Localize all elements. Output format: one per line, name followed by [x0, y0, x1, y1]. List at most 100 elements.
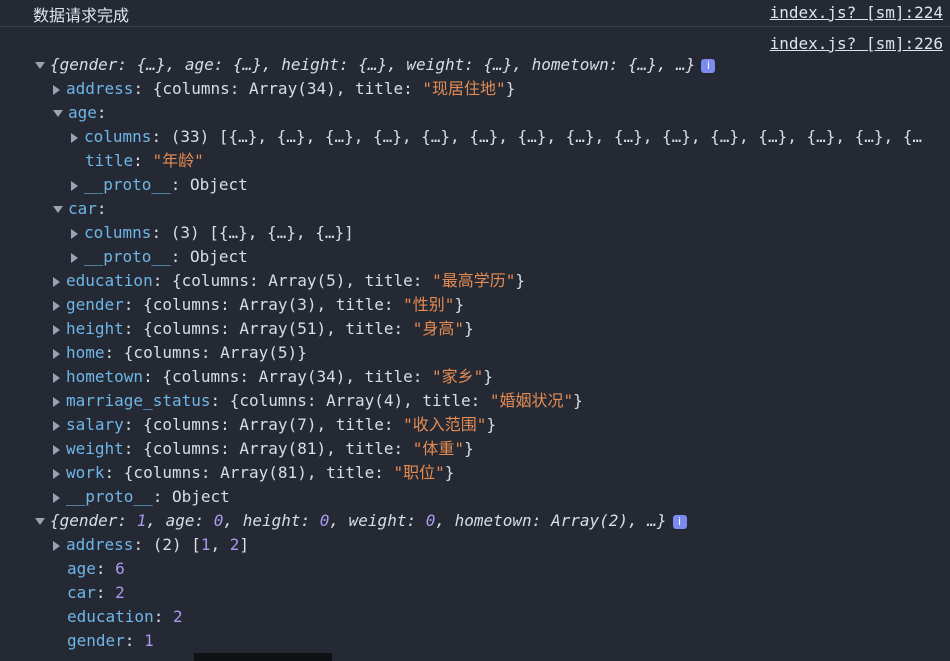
collapse-triangle-icon[interactable] — [53, 84, 60, 95]
collapse-triangle-icon[interactable] — [53, 492, 60, 503]
prop-salary[interactable]: salary: {columns: Array(7), title: "收入范围… — [53, 413, 496, 437]
prop-value: : {columns: Array(3), title: — [123, 295, 404, 314]
prop-key: car — [67, 583, 96, 602]
prop-title-string: "体重" — [412, 439, 465, 458]
prop-key: marriage_status — [66, 391, 211, 410]
prop-key: __proto__ — [84, 175, 171, 194]
prop-value: : {columns: Array(4), title: — [210, 391, 490, 410]
collapse-triangle-icon[interactable] — [53, 324, 60, 335]
prop-value: : {columns: Array(81), title: — [104, 463, 394, 482]
collapse-triangle-icon[interactable] — [71, 132, 78, 143]
prop-value: : (33) [{…}, {…}, {…}, {…}, {…}, {…}, {…… — [151, 127, 923, 146]
prop-car-columns[interactable]: columns: (3) [{…}, {…}, {…}] — [71, 221, 354, 245]
prop-value: : {columns: Array(51), title: — [123, 319, 413, 338]
prop-proto[interactable]: __proto__: Object — [53, 485, 230, 509]
prop-value: : Object — [152, 487, 230, 506]
info-icon[interactable]: i — [672, 514, 687, 529]
horizontal-scrollbar-thumb[interactable] — [194, 653, 332, 661]
prop-number: 2 — [115, 583, 125, 602]
prop-value: : {columns: Array(5)} — [104, 343, 307, 362]
collapse-triangle-icon[interactable] — [53, 468, 60, 479]
summary-part: , height: — [223, 511, 320, 530]
prop-marriage-status[interactable]: marriage_status: {columns: Array(4), tit… — [53, 389, 583, 413]
prop-car[interactable]: car: — [53, 197, 107, 221]
prop-end: } — [454, 295, 465, 314]
prop-key: gender — [66, 295, 124, 314]
prop-key: hometown — [66, 367, 144, 386]
prop-height[interactable]: height: {columns: Array(51), title: "身高"… — [53, 317, 474, 341]
summary-number: 1 — [136, 511, 147, 530]
prop-key: gender — [67, 631, 125, 650]
expand-triangle-icon[interactable] — [53, 110, 63, 117]
prop-weight[interactable]: weight: {columns: Array(81), title: "体重"… — [53, 437, 474, 461]
prop-home[interactable]: home: {columns: Array(5)} — [53, 341, 307, 365]
prop-key: car — [68, 199, 97, 218]
prop-age[interactable]: age: — [53, 101, 107, 125]
prop-address[interactable]: address: {columns: Array(34), title: "现居… — [53, 77, 515, 101]
prop-value: : (2) [ — [133, 535, 201, 554]
prop-number: 6 — [115, 559, 125, 578]
prop-education[interactable]: education: {columns: Array(5), title: "最… — [53, 269, 525, 293]
prop-title-string: "最高学历" — [432, 271, 516, 290]
prop-age-columns[interactable]: columns: (33) [{…}, {…}, {…}, {…}, {…}, … — [71, 125, 922, 149]
prop-title-string: "职位" — [393, 463, 445, 482]
prop-value: : {columns: Array(5), title: — [152, 271, 433, 290]
prop-age-title: title: "年龄" — [85, 151, 204, 170]
console-message-row: 数据请求完成 index.js? [sm]:224 — [0, 0, 950, 27]
info-icon[interactable]: i — [701, 58, 716, 73]
prop-hometown[interactable]: hometown: {columns: Array(34), title: "家… — [53, 365, 493, 389]
source-link-224[interactable]: index.js? [sm]:224 — [770, 3, 943, 22]
source-link-226[interactable]: index.js? [sm]:226 — [770, 34, 943, 53]
prop-key: work — [66, 463, 105, 482]
collapse-triangle-icon[interactable] — [71, 252, 78, 263]
prop-title-string: "现居住地" — [422, 79, 506, 98]
colon: : — [96, 199, 107, 218]
colon: : — [96, 103, 107, 122]
prop-key: weight — [66, 439, 124, 458]
prop-end: } — [515, 271, 525, 290]
prop-address-2[interactable]: address: (2) [1, 2] — [53, 533, 249, 557]
prop-key: address — [66, 79, 134, 98]
prop-gender[interactable]: gender: {columns: Array(3), title: "性别"} — [53, 293, 464, 317]
prop-car-proto[interactable]: __proto__: Object — [71, 245, 248, 269]
collapse-triangle-icon[interactable] — [53, 540, 60, 551]
prop-key: __proto__ — [84, 247, 171, 266]
prop-key: address — [66, 535, 134, 554]
prop-end: ] — [239, 535, 250, 554]
prop-title-string: "婚姻状况" — [489, 391, 574, 410]
prop-key: education — [66, 271, 153, 290]
collapse-triangle-icon[interactable] — [53, 444, 60, 455]
collapse-triangle-icon[interactable] — [53, 300, 60, 311]
prop-key: salary — [66, 415, 124, 434]
expand-triangle-icon[interactable] — [53, 206, 63, 213]
expand-triangle-icon[interactable] — [35, 62, 45, 69]
prop-value: : {columns: Array(7), title: — [123, 415, 404, 434]
object-summary-2[interactable]: {gender: 1, age: 0, height: 0, weight: 0… — [35, 509, 687, 533]
prop-key: columns — [84, 223, 152, 242]
prop-title-string: "身高" — [412, 319, 465, 338]
console-log-text: 数据请求完成 — [33, 6, 130, 25]
collapse-triangle-icon[interactable] — [53, 372, 60, 383]
collapse-triangle-icon[interactable] — [53, 396, 60, 407]
collapse-triangle-icon[interactable] — [71, 228, 78, 239]
summary-number: 0 — [319, 511, 330, 530]
prop-end: } — [573, 391, 583, 410]
collapse-triangle-icon[interactable] — [53, 348, 60, 359]
collapse-triangle-icon[interactable] — [53, 276, 60, 287]
prop-age-2: age: 6 — [67, 559, 125, 578]
prop-key: title — [85, 151, 134, 170]
prop-education-2: education: 2 — [67, 607, 183, 626]
prop-key: age — [67, 559, 96, 578]
prop-value: : {columns: Array(34), title: — [143, 367, 433, 386]
collapse-triangle-icon[interactable] — [53, 420, 60, 431]
prop-age-proto[interactable]: __proto__: Object — [71, 173, 248, 197]
prop-value: : {columns: Array(81), title: — [123, 439, 413, 458]
expand-triangle-icon[interactable] — [35, 518, 45, 525]
prop-gender-2: gender: 1 — [67, 631, 154, 650]
prop-end: } — [483, 367, 493, 386]
object-summary-1[interactable]: {gender: {…}, age: {…}, height: {…}, wei… — [35, 53, 716, 77]
prop-value: : Object — [170, 247, 248, 266]
prop-car-2: car: 2 — [67, 583, 125, 602]
collapse-triangle-icon[interactable] — [71, 180, 78, 191]
prop-work[interactable]: work: {columns: Array(81), title: "职位"} — [53, 461, 454, 485]
